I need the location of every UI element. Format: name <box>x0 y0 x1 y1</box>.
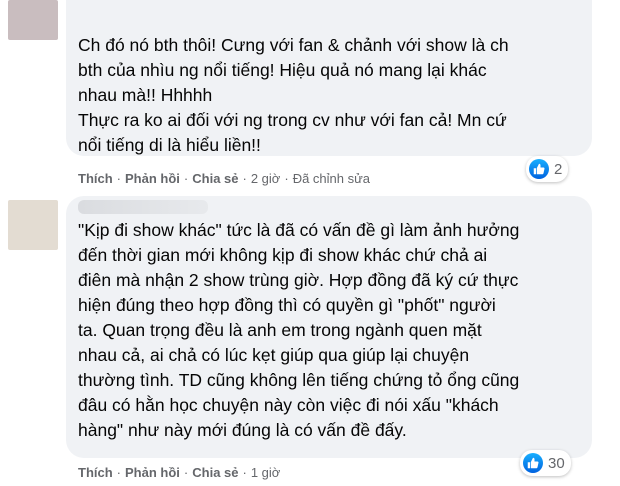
comment-actions: Thích · Phản hồi · Chia sẻ · 2 giờ · Đã chỉnh sử… <box>78 171 371 186</box>
comment-text-line: nhau mà!! Hhhhh <box>78 85 213 105</box>
comment-text-line: "Kịp đi show khác" tức là đã có vấn đề g… <box>78 220 520 240</box>
comment-text-line: điên mà nhận 2 show trùng giờ. Hợp đồng … <box>78 270 519 290</box>
timestamp[interactable]: 2 giờ <box>251 171 281 186</box>
edited-label[interactable]: Đã chỉnh sửa <box>293 171 370 186</box>
comment-bubble: Ch đó nó bth thôi! Cưng với fan & chảnh … <box>66 0 592 156</box>
reply-button[interactable]: Phản hồi <box>125 171 180 186</box>
comment-text-line: hàng" như này mới đúng là có vấn đề đấy. <box>78 420 407 440</box>
share-button[interactable]: Chia sẻ <box>192 171 238 186</box>
like-icon <box>529 159 549 179</box>
reaction-count: 30 <box>548 454 565 472</box>
reaction-summary[interactable]: 30 <box>520 450 571 476</box>
like-button[interactable]: Thích <box>78 465 113 480</box>
comment-text-line: ta. Quan trọng đều là anh em trong ngành… <box>78 320 482 340</box>
author-name-faded[interactable] <box>78 200 208 214</box>
timestamp[interactable]: 1 giờ <box>251 465 281 480</box>
comment-text-line: đến thời gian mới không kịp đi show khác… <box>78 245 488 265</box>
comment-text-line: nổi tiếng di là hiểu liền!! <box>78 135 261 155</box>
comment-text-line: hiện đúng theo hợp đồng thì có quyền gì … <box>78 295 496 315</box>
comment-text-line: thường tình. TD cũng không lên tiếng chứ… <box>78 370 520 390</box>
comment-actions: Thích · Phản hồi · Chia sẻ · 1 giờ <box>78 465 281 480</box>
reaction-count: 2 <box>554 160 563 178</box>
comment-text-line: đâu có hằn học chuyện này còn việc đi nó… <box>78 395 499 415</box>
comment-text-line: nhau cả, ai chả có lúc kẹt giúp qua giúp… <box>78 345 470 365</box>
comment-bubble: "Kịp đi show khác" tức là đã có vấn đề g… <box>66 196 592 458</box>
reaction-summary[interactable]: 2 <box>526 156 569 182</box>
comment-text-line: Ch đó nó bth thôi! Cưng với fan & chảnh … <box>78 35 509 55</box>
avatar[interactable] <box>8 200 58 250</box>
comment-text-line: bth của nhìu ng nổi tiếng! Hiệu quả nó m… <box>78 60 487 80</box>
avatar[interactable] <box>8 0 58 40</box>
like-button[interactable]: Thích <box>78 171 113 186</box>
comment-text-line: Thực ra ko ai đối với ng trong cv như vớ… <box>78 110 507 130</box>
share-button[interactable]: Chia sẻ <box>192 465 238 480</box>
reply-button[interactable]: Phản hồi <box>125 465 180 480</box>
like-icon <box>523 453 543 473</box>
